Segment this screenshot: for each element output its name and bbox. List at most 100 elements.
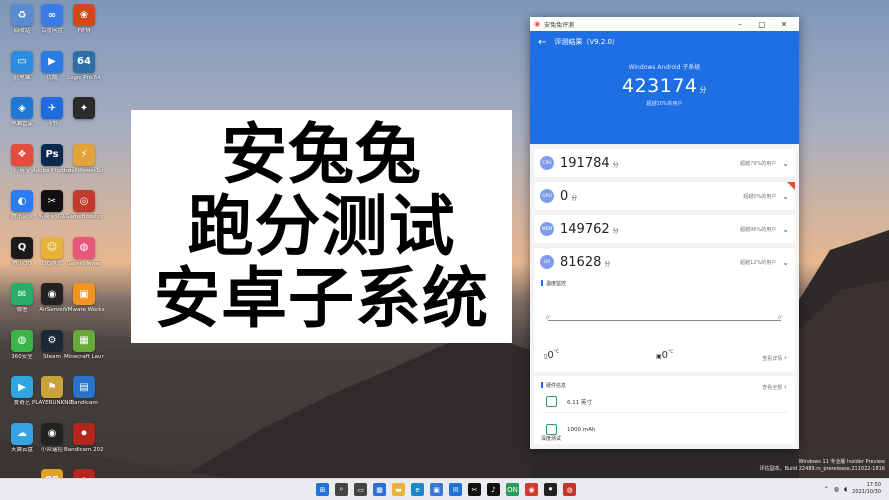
hardware-view-all-link[interactable]: 查看全部 ›: [762, 382, 787, 391]
close-button[interactable]: ✕: [773, 20, 795, 29]
minimize-button[interactable]: –: [729, 20, 751, 29]
desktop-icon-label: 飞书: [46, 121, 58, 127]
total-score-value: 423174: [621, 75, 698, 97]
capcut-icon[interactable]: ✂: [468, 483, 481, 496]
score-beat-text: 超越96%的用户: [740, 226, 777, 233]
chevron-down-icon[interactable]: ⌄: [782, 225, 789, 234]
window-titlebar[interactable]: ◉ 安兔兔评测 – ▢ ✕: [530, 17, 799, 31]
desktop-icon[interactable]: ❀ FiFM: [64, 4, 104, 35]
hardware-screen-size: 6.11 英寸: [567, 399, 592, 406]
file-explorer-icon[interactable]: ▬: [392, 483, 405, 496]
hardware-section-title: 硬件信息: [541, 382, 566, 389]
warning-flag-icon: [787, 182, 795, 190]
total-beat-text: 超越10%的用户: [646, 101, 683, 107]
network-icon[interactable]: ◍: [834, 486, 839, 493]
desktop-icon[interactable]: ⏺Bandicam 2023-10-3...: [64, 469, 104, 478]
window-title: 安兔兔评测: [544, 21, 575, 29]
pc-manager-icon: ◈: [11, 97, 33, 119]
deep-test-section-title: 深度测试: [541, 436, 562, 442]
hardware-card: 硬件信息 查看全部 › 6.11 英寸 1000 mAh: [534, 376, 795, 444]
desktop-icon[interactable]: ⏺Bandicam 2023-10-3...: [64, 422, 104, 454]
desktop-icon[interactable]: 64 Logic Pro 64: [64, 50, 104, 82]
this-pc-icon: ▭: [11, 50, 33, 73]
desktop-icon-label: GameViewer: [66, 260, 102, 267]
score-card-gpu[interactable]: GPU 0 分 超越0%的用户 ⌄: [534, 182, 795, 210]
mail-icon[interactable]: ✉: [449, 483, 462, 496]
chevron-down-icon[interactable]: ⌄: [782, 258, 789, 267]
app-store-icon: ❖: [11, 143, 33, 166]
desktop-icon[interactable]: ◎ GameBooster: [64, 190, 104, 221]
task-view-icon[interactable]: ▭: [354, 483, 367, 496]
chevron-up-icon[interactable]: ⌃: [824, 486, 829, 493]
maximize-button[interactable]: ▢: [751, 20, 773, 29]
desktop-icon[interactable]: ▣ VMware Workstation: [64, 283, 104, 314]
edge-icon[interactable]: e: [411, 483, 424, 496]
widgets-icon[interactable]: ▦: [373, 483, 386, 496]
hardware-view-all-label: 查看全部: [762, 385, 783, 391]
score-unit: 分: [571, 195, 578, 202]
game-icon[interactable]: ◍: [563, 483, 576, 496]
desktop-icon[interactable]: ⚡IntelliPowerTools: [64, 143, 104, 175]
clock[interactable]: 17:50 2021/10/30: [852, 482, 881, 496]
temperature-chart-line: [548, 320, 781, 321]
score-card-mem[interactable]: MEM 149762 分 超越96%的用户 ⌄: [534, 215, 795, 243]
chevron-down-icon[interactable]: ⌄: [782, 192, 789, 201]
youku-icon: ▶: [41, 50, 63, 73]
score-unit: 分: [612, 162, 619, 169]
score-value: 149762: [560, 221, 610, 237]
start-icon[interactable]: ⊞: [316, 483, 329, 496]
app-icon[interactable]: ON: [506, 483, 519, 496]
temperature-details-link[interactable]: 查看详情 ›: [762, 353, 787, 362]
clock-time: 17:50: [866, 482, 881, 488]
airserver-icon: ◉: [41, 283, 63, 305]
antutu-icon[interactable]: ◉: [525, 483, 538, 496]
score-card-cpu[interactable]: CPU 191784 分 超越79%的用户 ⌄: [534, 149, 795, 177]
score-unit: 分: [604, 261, 611, 268]
score-card-ux[interactable]: UX 81628 分 超越12%的用户 ⌄: [534, 248, 795, 276]
baidu-netdisk-icon: ∞: [41, 4, 63, 26]
desktop-icon-label: Minecraft Launcher: [64, 353, 104, 360]
search-icon[interactable]: ⌕: [335, 483, 348, 496]
score-value: 0: [560, 188, 569, 204]
chevron-right-icon: ›: [783, 353, 787, 362]
desktop-icon-label: Bandicam 2023-10-3...: [64, 446, 104, 453]
overlay-title-line-1: 安兔兔: [221, 115, 422, 193]
antutu-app-window: ◉ 安兔兔评测 – ▢ ✕ ← 评测结果（V9.2.0） Windows And…: [530, 17, 799, 449]
volume-icon[interactable]: ◖: [844, 486, 847, 493]
page-title: 评测结果（V9.2.0）: [554, 38, 619, 46]
fm-icon: ❀: [73, 4, 95, 26]
back-arrow-icon[interactable]: ←: [538, 37, 546, 48]
watermark-line-2: 评估副本。Build 22489.rs_prerelease.211022-18…: [759, 466, 885, 472]
overlay-title-line-2: 跑分测试: [187, 187, 456, 265]
battery-temperature-unit: °C: [553, 350, 560, 355]
store-icon[interactable]: ▣: [430, 483, 443, 496]
score-beat-text: 超越0%的用户: [743, 193, 777, 200]
desktop-icon[interactable]: ✦: [64, 97, 104, 121]
capcut-icon: ✂: [41, 190, 63, 212]
taskbar: ⊞ ⌕ ▭ ▦ ▬ e ▣ ✉ ✂ ♪ ON ◉ ⏺ ◍ ⌃ ◍ ◖ 17:50 2021/10/30: [0, 478, 889, 500]
desktop-icon-label: Logic Pro 64: [67, 74, 101, 81]
game-booster-icon: ◎: [73, 190, 95, 212]
clock-date: 2021/10/30: [852, 489, 881, 495]
desktop-icon-label: IntelliPowerTools: [64, 167, 104, 174]
chevron-down-icon[interactable]: ⌄: [782, 159, 789, 168]
media-player-icon: ▶: [11, 376, 33, 398]
desktop-icon-label: Bandicam: [70, 400, 98, 406]
windows-watermark: Windows 11 专业版 Insider Preview 评估副本。Buil…: [760, 459, 885, 473]
watermark-line-1: Windows 11 专业版 Insider Preview: [798, 459, 885, 465]
battery-capacity-icon: [546, 424, 557, 435]
score-badge: GPU: [540, 189, 554, 203]
hardware-screen-row: 6.11 英寸: [546, 396, 592, 407]
temperature-details-label: 查看详情: [762, 356, 783, 362]
chevron-right-icon: ›: [783, 382, 787, 391]
feishu-icon: ✈: [41, 97, 63, 119]
bandicam-record-icon: ⏺: [73, 469, 95, 478]
tiktok-icon[interactable]: ♪: [487, 483, 500, 496]
record-icon[interactable]: ⏺: [544, 483, 557, 496]
desktop-icon[interactable]: ◍ GameViewer: [64, 236, 104, 268]
score-header: ← 评测结果（V9.2.0） Windows Android 子系统 42317…: [530, 31, 799, 144]
logic-pro-icon: 64: [73, 50, 95, 73]
desktop-icon[interactable]: ▦Minecraft Launcher: [64, 329, 104, 361]
wechat-icon: ✉: [11, 283, 33, 305]
desktop-icon[interactable]: ▤ Bandicam: [64, 376, 104, 407]
